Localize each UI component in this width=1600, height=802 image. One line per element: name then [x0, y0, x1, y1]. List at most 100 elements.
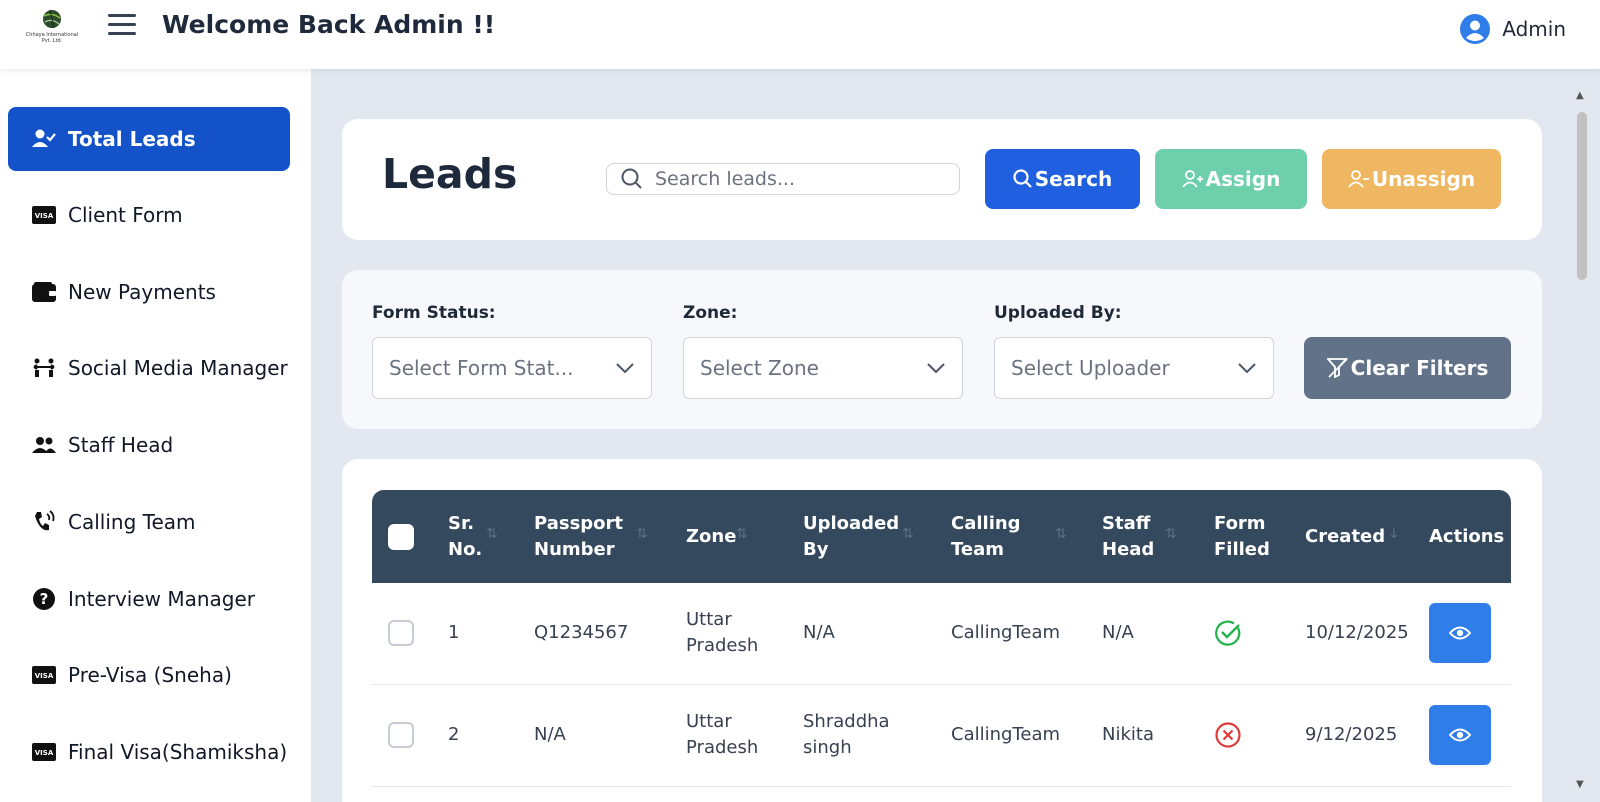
cell-uploaded-by-line2: singh	[803, 737, 852, 758]
cell-uploaded-by: Shraddha singh	[803, 685, 890, 785]
sort-icon[interactable]: ⇅	[486, 526, 498, 542]
eye-icon	[1449, 626, 1471, 640]
col-uploaded-by-line1: Uploaded	[803, 512, 900, 534]
col-uploaded-by[interactable]: Uploaded By	[803, 490, 899, 583]
col-form-filled-line1: Form	[1214, 512, 1266, 534]
row-checkbox[interactable]	[388, 722, 414, 748]
col-actions: Actions	[1429, 490, 1504, 583]
cell-created: 9/12/2025	[1305, 724, 1398, 745]
menu-toggle-icon[interactable]	[108, 14, 136, 38]
sort-icon[interactable]: ⇅	[1055, 526, 1067, 542]
col-passport-line1: Passport	[534, 512, 624, 534]
col-calling-team[interactable]: Calling Team	[951, 490, 1021, 583]
wallet-icon	[32, 280, 56, 304]
welcome-title: Welcome Back Admin !!	[162, 10, 496, 39]
view-button[interactable]	[1429, 603, 1491, 663]
scroll-thumb[interactable]	[1577, 112, 1587, 280]
users-icon	[32, 433, 56, 457]
row-checkbox[interactable]	[388, 620, 414, 646]
sidebar-item-final-visa[interactable]: VISA Final Visa(Shamiksha)	[8, 720, 290, 784]
col-staff-head-line1: Staff	[1102, 512, 1151, 534]
sidebar-item-social-media-manager[interactable]: Social Media Manager	[8, 336, 290, 400]
col-form-filled[interactable]: Form Filled	[1214, 490, 1270, 583]
search-icon	[621, 168, 642, 189]
cell-staff-head: Nikita	[1102, 724, 1154, 745]
sort-icon[interactable]: ⇅	[1165, 526, 1177, 542]
unassign-button[interactable]: Unassign	[1322, 149, 1501, 209]
view-button[interactable]	[1429, 705, 1491, 765]
zone-select[interactable]: Select Zone	[683, 337, 963, 399]
zone-label: Zone:	[683, 303, 738, 323]
svg-text:VISA: VISA	[35, 672, 54, 680]
user-menu[interactable]: Admin	[1460, 14, 1566, 44]
col-created[interactable]: Created	[1305, 490, 1385, 583]
top-header: Chhaya International Pvt. Ltd. Welcome B…	[0, 0, 1600, 69]
visa-card-icon: VISA	[32, 740, 56, 764]
cell-actions	[1429, 685, 1491, 785]
cell-calling-team: CallingTeam	[951, 724, 1061, 745]
chevron-down-icon	[927, 363, 945, 374]
scroll-up-icon[interactable]: ▲	[1576, 90, 1584, 101]
visa-card-icon: VISA	[32, 663, 56, 687]
uploaded-by-value: Select Uploader	[1011, 356, 1170, 380]
cell-form-filled	[1214, 685, 1242, 785]
form-status-select[interactable]: Select Form Stat...	[372, 337, 652, 399]
select-all-cell	[388, 490, 414, 583]
search-field[interactable]	[606, 163, 960, 195]
sidebar-item-pre-visa[interactable]: VISA Pre-Visa (Sneha)	[8, 643, 290, 707]
uploaded-by-select[interactable]: Select Uploader	[994, 337, 1274, 399]
filter-clear-icon	[1326, 358, 1349, 378]
assign-button-label: Assign	[1205, 167, 1281, 191]
col-created-label: Created	[1305, 525, 1386, 547]
col-calling-team-line2: Team	[951, 538, 1004, 560]
page-title: Leads	[382, 150, 518, 198]
sidebar-item-new-payments[interactable]: New Payments	[8, 260, 290, 324]
col-staff-head[interactable]: Staff Head	[1102, 490, 1154, 583]
sidebar-item-client-form[interactable]: VISA Client Form	[8, 183, 290, 247]
col-sr-no[interactable]: Sr. No.	[448, 490, 482, 583]
check-circle-icon	[1215, 620, 1241, 646]
sidebar-item-interview-manager[interactable]: ? Interview Manager	[8, 567, 290, 631]
scroll-down-icon[interactable]: ▼	[1576, 779, 1584, 790]
eye-icon	[1449, 728, 1471, 742]
company-logo[interactable]: Chhaya International Pvt. Ltd.	[24, 8, 80, 44]
zone-value: Select Zone	[700, 356, 819, 380]
sidebar-item-label: Final Visa(Shamiksha)	[68, 740, 288, 764]
sidebar-item-staff-head[interactable]: Staff Head	[8, 413, 290, 477]
col-passport[interactable]: Passport Number	[534, 490, 623, 583]
sidebar-item-label: Pre-Visa (Sneha)	[68, 663, 232, 687]
col-zone-label: Zone	[686, 525, 737, 547]
col-uploaded-by-line2: By	[803, 538, 829, 560]
assign-button[interactable]: Assign	[1155, 149, 1307, 209]
row-select-cell	[388, 583, 414, 683]
question-circle-icon: ?	[32, 587, 56, 611]
sort-icon[interactable]: ⇅	[736, 526, 748, 542]
main-scrollbar[interactable]: ▲ ▼	[1574, 88, 1590, 792]
select-all-checkbox[interactable]	[388, 523, 414, 550]
col-zone[interactable]: Zone	[686, 490, 736, 583]
cell-zone: Uttar Pradesh	[686, 583, 758, 683]
sidebar-item-total-leads[interactable]: Total Leads	[8, 107, 290, 171]
cell-uploaded-by-line1: Shraddha	[803, 711, 890, 732]
table-row: 2 N/A Uttar Pradesh Shraddha singh Calling…	[372, 685, 1511, 787]
sort-icon[interactable]: ⇅	[902, 526, 914, 542]
sort-icon[interactable]: ⇅	[636, 526, 648, 542]
search-button-label: Search	[1034, 167, 1113, 191]
cell-zone: Uttar Pradesh	[686, 685, 758, 785]
table-header: Sr. No. ⇅ Passport Number ⇅ Zone ⇅ Uploade…	[372, 490, 1511, 583]
sort-icon[interactable]: ↓	[1388, 526, 1400, 542]
unassign-button-label: Unassign	[1371, 167, 1476, 191]
user-check-icon	[32, 127, 56, 151]
cell-passport: Q1234567	[534, 622, 629, 643]
search-input[interactable]	[655, 168, 935, 190]
clear-filters-button[interactable]: Clear Filters	[1304, 337, 1511, 399]
sidebar-item-calling-team[interactable]: Calling Team	[8, 490, 290, 554]
x-circle-icon	[1215, 722, 1241, 748]
search-button[interactable]: Search	[985, 149, 1140, 209]
cell-actions	[1429, 583, 1491, 683]
phone-volume-icon	[32, 510, 56, 534]
people-arrows-icon	[32, 356, 56, 380]
chevron-down-icon	[616, 363, 634, 374]
cell-zone-line2: Pradesh	[686, 635, 759, 656]
cell-created: 10/12/2025	[1305, 622, 1409, 643]
